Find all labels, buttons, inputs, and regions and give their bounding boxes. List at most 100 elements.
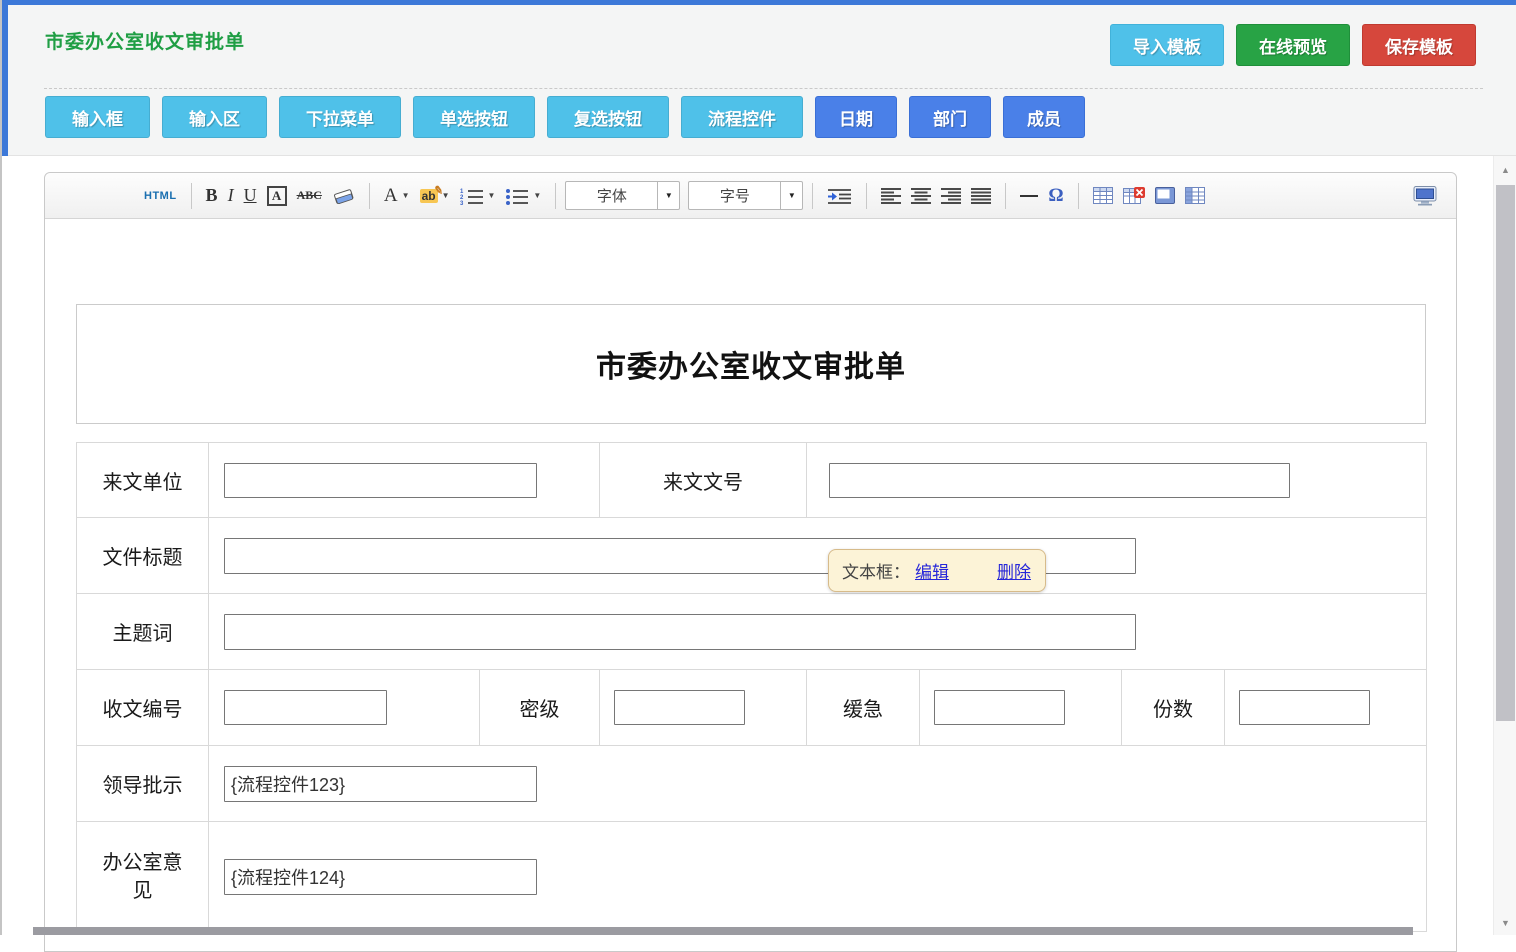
strikethrough-glyph: ABC <box>297 188 322 203</box>
special-char-button[interactable]: Ω <box>1048 185 1063 207</box>
boxed-a-icon: A <box>267 186 287 206</box>
highlight-color-button[interactable]: ab✎ ▼ <box>420 189 450 203</box>
chevron-down-icon: ▼ <box>488 191 496 200</box>
table-icon <box>1093 187 1113 204</box>
eraser-icon <box>332 188 355 204</box>
chevron-down-icon: ▼ <box>402 191 410 200</box>
editor-toolbar: HTML B I U A ABC A ▼ ab✎ <box>45 173 1456 219</box>
unordered-list-button[interactable]: ▼ <box>505 187 541 205</box>
fullscreen-button[interactable] <box>1413 173 1437 219</box>
align-left-button[interactable] <box>881 188 901 204</box>
toolbar-separator <box>866 183 867 209</box>
component-dropdown-button[interactable]: 下拉菜单 <box>279 96 401 138</box>
table-row: 主题词 <box>77 594 1427 670</box>
insert-table-button[interactable] <box>1093 187 1113 204</box>
office-opinion-input[interactable] <box>224 859 537 895</box>
import-template-button[interactable]: 导入模板 <box>1110 24 1224 66</box>
label-document-title: 文件标题 <box>77 518 209 594</box>
delete-field-link[interactable]: 删除 <box>997 558 1031 583</box>
component-date-button[interactable]: 日期 <box>815 96 897 138</box>
font-color-button[interactable]: A ▼ <box>384 185 410 207</box>
table-row: 来文单位 来文文号 <box>77 443 1427 518</box>
component-radio-button[interactable]: 单选按钮 <box>413 96 535 138</box>
unordered-list-icon <box>505 187 529 205</box>
table-row-properties-button[interactable] <box>1185 187 1205 204</box>
header-actions: 导入模板 在线预览 保存模板 <box>1110 24 1476 66</box>
edit-field-link[interactable]: 编辑 <box>915 558 949 583</box>
scroll-up-arrow-icon[interactable]: ▲ <box>1494 160 1516 180</box>
delete-table-button[interactable] <box>1123 187 1145 205</box>
strikethrough-button[interactable]: ABC <box>297 188 322 203</box>
chevron-down-icon: ▼ <box>780 182 802 209</box>
receipt-number-input[interactable] <box>224 690 387 725</box>
align-right-icon <box>941 188 961 204</box>
label-copies: 份数 <box>1122 670 1225 746</box>
leader-comments-input[interactable] <box>224 766 537 802</box>
copies-input[interactable] <box>1239 690 1370 725</box>
highlight-icon: ab✎ <box>420 189 438 203</box>
approval-form-table: 来文单位 来文文号 文件标题 主题词 收文编号 密级 缓急 份数 <box>76 442 1427 932</box>
table-row: 领导批示 <box>77 746 1427 822</box>
vertical-scrollbar[interactable]: ▲ ▼ <box>1493 156 1516 935</box>
rich-text-editor: HTML B I U A ABC A ▼ ab✎ <box>44 172 1457 952</box>
toolbar-separator <box>1078 183 1079 209</box>
secrecy-level-input[interactable] <box>614 690 745 725</box>
component-flow-control-button[interactable]: 流程控件 <box>681 96 803 138</box>
subject-words-input[interactable] <box>224 614 1136 650</box>
font-family-select[interactable]: 字体 ▼ <box>565 181 680 210</box>
font-size-value: 字号 <box>689 182 780 209</box>
page-title: 市委办公室收文审批单 <box>45 27 245 54</box>
component-member-button[interactable]: 成员 <box>1003 96 1085 138</box>
tooltip-label: 文本框： <box>842 558 910 583</box>
label-secrecy-level: 密级 <box>480 670 600 746</box>
font-color-glyph: A <box>384 185 398 207</box>
bold-button[interactable]: B <box>206 185 218 206</box>
table-row: 文件标题 <box>77 518 1427 594</box>
remove-format-button[interactable] <box>332 188 355 204</box>
component-input-area-button[interactable]: 输入区 <box>162 96 267 138</box>
label-incoming-number: 来文文号 <box>600 443 807 518</box>
incoming-unit-input[interactable] <box>224 463 537 498</box>
label-subject-words: 主题词 <box>77 594 209 670</box>
html-source-button[interactable]: HTML <box>144 190 177 202</box>
label-leader-comments: 领导批示 <box>77 746 209 822</box>
delete-table-icon <box>1123 187 1145 205</box>
table-row-icon <box>1185 187 1205 204</box>
indent-button[interactable] <box>827 188 852 204</box>
table-properties-button[interactable] <box>1155 187 1175 204</box>
document-title: 市委办公室收文审批单 <box>596 342 906 386</box>
font-border-button[interactable]: A <box>267 186 287 206</box>
bold-glyph: B <box>206 185 218 206</box>
save-template-button[interactable]: 保存模板 <box>1362 24 1476 66</box>
component-toolbox: 输入框 输入区 下拉菜单 单选按钮 复选按钮 流程控件 日期 部门 成员 <box>45 96 1085 138</box>
component-department-button[interactable]: 部门 <box>909 96 991 138</box>
align-justify-icon <box>971 188 991 204</box>
incoming-number-input[interactable] <box>829 463 1290 498</box>
urgency-input[interactable] <box>934 690 1065 725</box>
content-area: HTML B I U A ABC A ▼ ab✎ <box>8 156 1493 935</box>
indent-icon <box>827 188 852 204</box>
align-center-button[interactable] <box>911 188 931 204</box>
underline-button[interactable]: U <box>244 185 257 206</box>
scroll-down-arrow-icon[interactable]: ▼ <box>1494 913 1516 933</box>
toolbar-separator <box>369 183 370 209</box>
align-right-button[interactable] <box>941 188 961 204</box>
italic-button[interactable]: I <box>228 185 234 206</box>
ordered-list-button[interactable]: 1 2 3 ▼ <box>460 187 496 205</box>
font-family-value: 字体 <box>566 182 657 209</box>
toolbar-separator <box>191 183 192 209</box>
font-size-select[interactable]: 字号 ▼ <box>688 181 803 210</box>
scrollbar-thumb[interactable] <box>1496 185 1515 721</box>
underline-glyph: U <box>244 185 257 206</box>
component-checkbox-button[interactable]: 复选按钮 <box>547 96 669 138</box>
component-input-box-button[interactable]: 输入框 <box>45 96 150 138</box>
align-justify-button[interactable] <box>971 188 991 204</box>
chevron-down-icon: ▼ <box>657 182 679 209</box>
ordered-list-icon: 1 2 3 <box>460 187 484 205</box>
online-preview-button[interactable]: 在线预览 <box>1236 24 1350 66</box>
svg-text:3: 3 <box>460 201 464 205</box>
label-urgency: 缓急 <box>807 670 920 746</box>
toolbar-separator <box>1005 183 1006 209</box>
horizontal-rule-button[interactable] <box>1020 195 1038 197</box>
label-incoming-unit: 来文单位 <box>77 443 209 518</box>
